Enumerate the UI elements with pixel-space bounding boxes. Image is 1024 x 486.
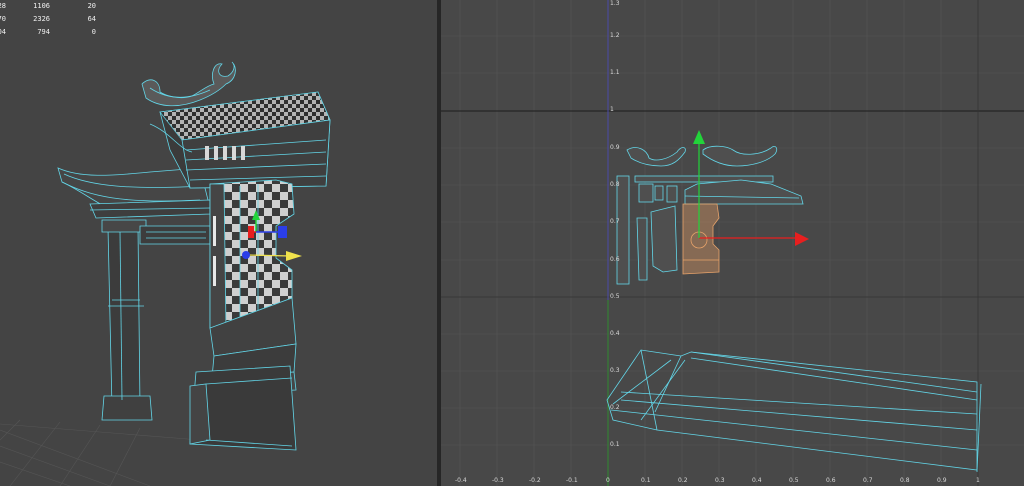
uv-shell-roof[interactable] [606,349,982,473]
u-axis-label: 0.7 [863,477,873,484]
u-axis-label: -0.1 [566,477,578,484]
v-axis-label: 0.2 [610,404,620,411]
stats-cell: 794 [37,28,50,36]
u-axis-label: -0.2 [529,477,541,484]
v-axis-label: 1.2 [610,32,620,39]
u-axis-label: 0.3 [715,477,725,484]
v-axis-label: 1.3 [610,0,620,7]
stats-cell: 20 [87,2,96,10]
u-axis-label: 0.4 [752,477,762,484]
u-axis-label: 0.5 [789,477,799,484]
stats-row: 70 2326 64 [0,15,110,24]
u-axis-label: 0.9 [937,477,947,484]
stats-cell: 28 [0,2,6,10]
v-axis-label: 0.3 [610,367,620,374]
u-axis-label: 0.8 [900,477,910,484]
v-axis-label: 0.5 [610,293,620,300]
v-axis-label: 0.4 [610,330,620,337]
u-axis-label: -0.3 [492,477,504,484]
u-axis-label: -0.4 [455,477,467,484]
uv-editor-canvas[interactable] [441,0,1024,486]
stats-cell: 1106 [33,2,50,10]
stats-cell: 64 [87,15,96,23]
u-axis-label: 0.2 [678,477,688,484]
v-axis-label: 0.8 [610,181,620,188]
stats-cell: 0 [91,28,96,36]
v-axis-label: 0.9 [610,144,620,151]
stats-cell: 2326 [33,15,50,23]
v-axis-label: 0.7 [610,218,620,225]
u-axis-label: 0.1 [641,477,651,484]
u-axis-label: 0 [606,477,610,484]
v-axis-label: 1.1 [610,69,620,76]
stats-row: 28 1106 20 [0,2,110,11]
v-axis-label: 0.1 [610,441,620,448]
u-axis-label: 0.6 [826,477,836,484]
stats-cell: 04 [0,28,6,36]
v-axis-label: 0.6 [610,256,620,263]
viewport-canvas[interactable] [0,0,437,486]
stats-cell: 70 [0,15,6,23]
uv-editor-viewport[interactable]: 1.3 1.2 1.1 1 0.9 0.8 0.7 0.6 0.5 0.4 0.… [441,0,1024,486]
uv-grid [441,0,1024,486]
selected-uv-shell[interactable] [682,203,720,275]
v-axis-label: 1 [610,106,614,113]
perspective-viewport[interactable]: 28 1106 20 70 2326 64 04 794 0 [0,0,437,486]
stats-row: 04 794 0 [0,28,110,37]
ground-grid [0,419,201,486]
u-axis-label: 1 [976,477,980,484]
